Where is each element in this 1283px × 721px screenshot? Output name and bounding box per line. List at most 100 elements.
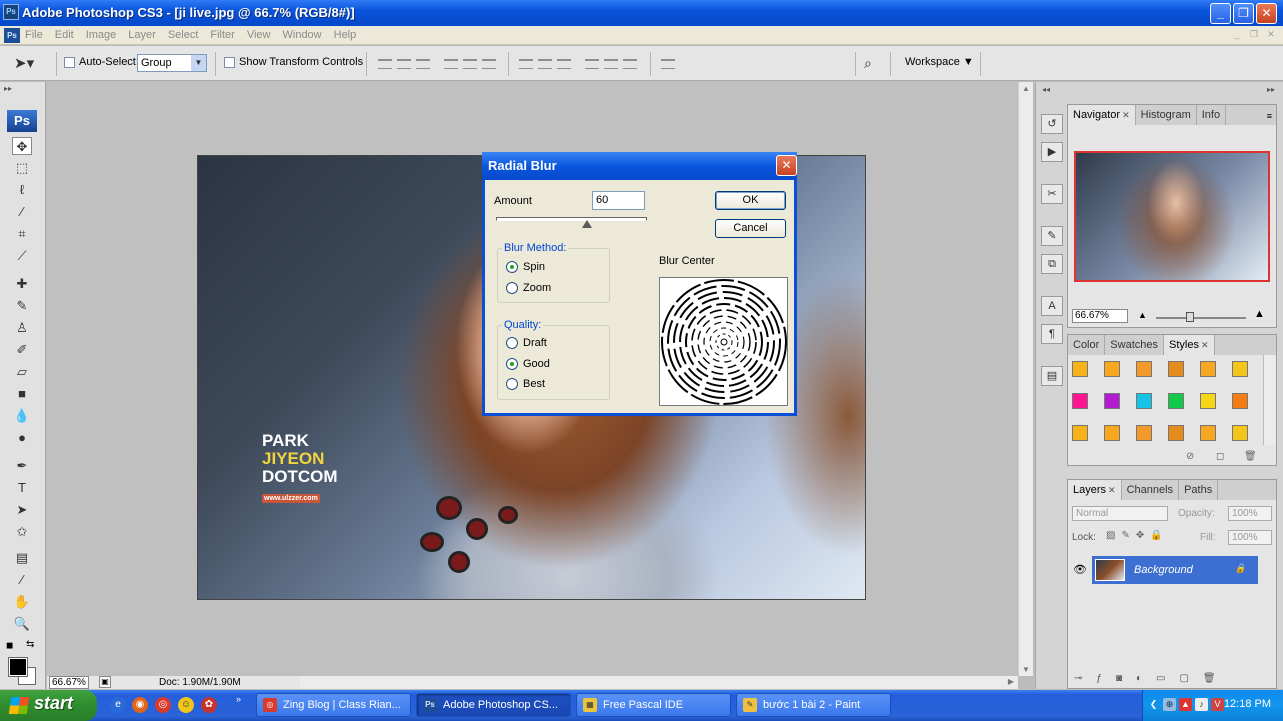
style-swatch[interactable] xyxy=(1232,393,1248,409)
lasso-tool-icon[interactable]: ℓ xyxy=(12,181,32,199)
checkbox-icon[interactable] xyxy=(224,56,235,68)
menu-select[interactable]: Select xyxy=(168,29,207,41)
style-swatch[interactable] xyxy=(1200,361,1216,377)
eye-icon[interactable]: 👁 xyxy=(1073,563,1087,576)
brushes-panel-icon[interactable]: ✎ xyxy=(1041,226,1063,246)
brush-tool-icon[interactable]: ✎ xyxy=(12,297,32,315)
task-chrome[interactable]: ◎ Zing Blog | Class Rian... xyxy=(256,693,411,717)
collapse-right-icon[interactable]: ▸▸ xyxy=(1267,85,1275,94)
menu-window[interactable]: Window xyxy=(283,29,330,41)
scroll-down-icon[interactable]: ▼ xyxy=(1022,665,1030,674)
align-left-icon[interactable] xyxy=(444,59,458,69)
layer-actions[interactable]: ⊸ƒ◙◐▭▢🗑 xyxy=(1074,673,1230,684)
method-zoom-radio[interactable]: Zoom xyxy=(506,282,551,294)
blur-tool-icon[interactable]: 💧 xyxy=(12,407,32,425)
style-swatch[interactable] xyxy=(1200,393,1216,409)
delete-style-icon[interactable]: 🗑 xyxy=(1244,451,1257,462)
style-swatch[interactable] xyxy=(1136,361,1152,377)
quality-best-radio[interactable]: Best xyxy=(506,378,545,390)
workspace-button[interactable]: Workspace ▼ xyxy=(905,56,974,68)
style-swatch[interactable] xyxy=(1104,425,1120,441)
style-swatch[interactable] xyxy=(1136,393,1152,409)
zoom-tool-icon[interactable]: 🔍 xyxy=(12,615,32,633)
menu-image[interactable]: Image xyxy=(86,29,125,41)
menu-layer[interactable]: Layer xyxy=(128,29,164,41)
firefox-icon[interactable]: ◉ xyxy=(132,697,148,713)
tray-expand-icon[interactable]: ❮ xyxy=(1147,698,1160,711)
default-colors-icon[interactable]: ◼ xyxy=(6,640,13,651)
radio-icon[interactable] xyxy=(506,378,518,390)
task-photoshop[interactable]: Ps Adobe Photoshop CS... xyxy=(416,693,571,717)
close-tab-icon[interactable]: ✕ xyxy=(1122,110,1130,120)
clone-source-panel-icon[interactable]: ⧉ xyxy=(1041,254,1063,274)
close-tab-icon[interactable]: ✕ xyxy=(1201,340,1209,350)
tab-channels[interactable]: Channels xyxy=(1122,480,1180,500)
radio-icon[interactable] xyxy=(506,282,518,294)
collapse-icon[interactable]: ▸▸ xyxy=(4,84,12,93)
healing-brush-tool-icon[interactable]: ✚ xyxy=(12,275,32,293)
antivirus-icon[interactable]: ▲ xyxy=(1179,698,1192,711)
blend-mode-dropdown[interactable]: Normal xyxy=(1072,506,1168,521)
menu-filter[interactable]: Filter xyxy=(210,29,242,41)
document-icon[interactable]: Ps xyxy=(4,28,20,43)
actions-panel-icon[interactable]: ▶ xyxy=(1041,142,1063,162)
info-toggle-icon[interactable]: ▣ xyxy=(99,676,111,688)
style-swatch[interactable] xyxy=(1168,425,1184,441)
vertical-scrollbar[interactable]: ▲ ▼ xyxy=(1018,82,1033,676)
menu-help[interactable]: Help xyxy=(334,29,365,41)
chrome-icon[interactable]: ◎ xyxy=(155,697,171,713)
tab-styles[interactable]: Styles ✕ xyxy=(1164,335,1215,355)
move-tool-preset-icon[interactable]: ➤▾ xyxy=(14,54,34,72)
eyedropper-tool-icon[interactable]: ⁄ xyxy=(12,571,32,589)
zoom-in-icon[interactable]: ▲ xyxy=(1254,308,1265,320)
amount-slider-thumb[interactable] xyxy=(582,220,592,228)
tab-color[interactable]: Color xyxy=(1068,335,1106,355)
pen-tool-icon[interactable]: ✒ xyxy=(12,457,32,475)
character-panel-icon[interactable]: A xyxy=(1041,296,1063,316)
zoom-out-icon[interactable]: ▲ xyxy=(1138,310,1147,320)
distribute-left-icon[interactable] xyxy=(585,59,599,69)
maximize-button[interactable]: ❐ xyxy=(1233,3,1254,24)
style-swatch[interactable] xyxy=(1104,393,1120,409)
ie-icon[interactable]: e xyxy=(110,697,126,713)
navigator-zoom-knob[interactable] xyxy=(1186,312,1194,322)
task-paint[interactable]: ✎ bước 1 bài 2 - Paint xyxy=(736,693,891,717)
move-tool-icon[interactable]: ✥ xyxy=(12,137,32,155)
fill-field[interactable]: 100% xyxy=(1228,530,1272,545)
minimize-button[interactable]: _ xyxy=(1210,3,1231,24)
horizontal-scrollbar[interactable]: ▶ ▶ xyxy=(288,676,1018,689)
layer-comps-panel-icon[interactable]: ▤ xyxy=(1041,366,1063,386)
ok-button[interactable]: OK xyxy=(715,191,786,210)
align-vcenter-icon[interactable] xyxy=(397,59,411,69)
photoshop-app-icon[interactable]: Ps xyxy=(3,4,19,20)
history-brush-tool-icon[interactable]: ✐ xyxy=(12,341,32,359)
close-tab-icon[interactable]: ✕ xyxy=(1108,485,1116,495)
navigator-zoom-slider[interactable] xyxy=(1156,317,1246,319)
doc-restore-icon[interactable]: ❐ xyxy=(1247,29,1261,41)
paragraph-panel-icon[interactable]: ¶ xyxy=(1041,324,1063,344)
radio-icon[interactable] xyxy=(506,358,518,370)
app-icon[interactable]: ✿ xyxy=(201,697,217,713)
amount-slider[interactable] xyxy=(496,217,647,221)
eraser-tool-icon[interactable]: ▱ xyxy=(12,363,32,381)
marquee-tool-icon[interactable]: ⬚ xyxy=(12,159,32,177)
quality-good-radio[interactable]: Good xyxy=(506,358,550,370)
new-style-icon[interactable]: ◻ xyxy=(1216,451,1224,462)
style-swatch[interactable] xyxy=(1168,393,1184,409)
distribute-bottom-icon[interactable] xyxy=(557,59,571,69)
tab-histogram[interactable]: Histogram xyxy=(1136,105,1197,125)
slice-tool-icon[interactable]: ⟋ xyxy=(12,247,32,265)
chevron-down-icon[interactable]: ▼ xyxy=(191,55,206,71)
close-button[interactable]: ✕ xyxy=(1256,3,1277,24)
tool-presets-panel-icon[interactable]: ✂ xyxy=(1041,184,1063,204)
swap-colors-icon[interactable]: ⇆ xyxy=(26,639,34,650)
notes-tool-icon[interactable]: ▤ xyxy=(12,549,32,567)
bridge-icon[interactable]: ⌕ xyxy=(864,55,872,72)
style-swatch[interactable] xyxy=(1072,361,1088,377)
menu-view[interactable]: View xyxy=(247,29,279,41)
menu-file[interactable]: File xyxy=(25,29,51,41)
doc-minimize-icon[interactable]: _ xyxy=(1230,29,1244,41)
more-quicklaunch-icon[interactable]: » xyxy=(236,694,241,704)
start-button[interactable]: start xyxy=(0,690,97,721)
panel-menu-icon[interactable]: ≡ xyxy=(1267,111,1272,121)
